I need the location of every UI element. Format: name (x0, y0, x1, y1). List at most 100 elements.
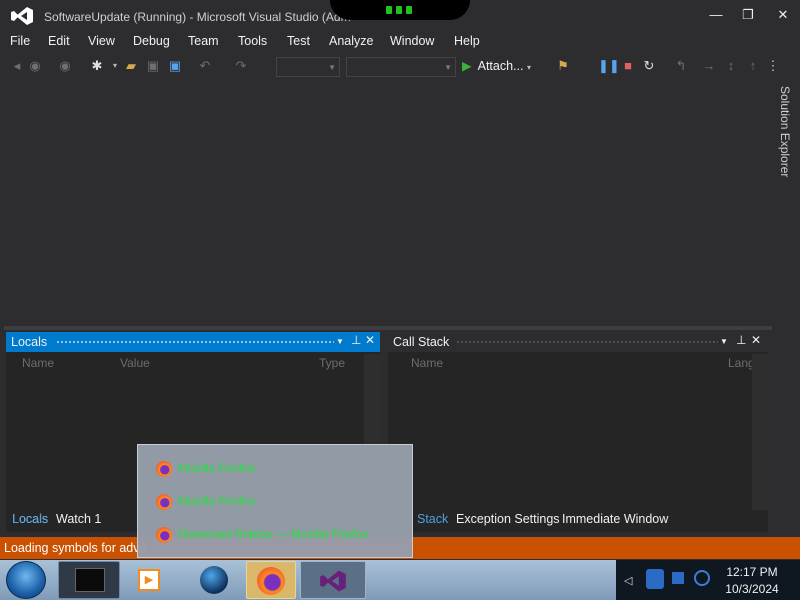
menu-view[interactable]: View (88, 34, 115, 48)
column-header-name[interactable]: Name (22, 356, 54, 370)
tab-locals[interactable]: Locals (12, 512, 48, 526)
popup-item-label: Mozilla Firefox (178, 494, 256, 509)
forward-circle-icon[interactable]: ◉ (58, 59, 72, 73)
new-project-icon[interactable]: ✱ (90, 59, 104, 73)
tab-call-stack[interactable]: Stack (417, 512, 448, 526)
taskbar-item-desktop[interactable] (58, 561, 120, 599)
toolbar: ◂ ◉ ◉ ✱ ▾ ▰ ▣ ▣ ↶ ↷ ▼ ▼ ▶ Attach... ▾ ⚑ ❚… (0, 54, 800, 80)
restart-icon[interactable]: ↻ (642, 59, 656, 73)
pin-icon[interactable]: ⊥ (736, 333, 746, 347)
attach-label: Attach... (477, 59, 524, 73)
column-header-name[interactable]: Name (411, 356, 443, 370)
menu-test[interactable]: Test (287, 34, 310, 48)
undo-icon[interactable]: ↶ (198, 59, 212, 73)
popup-item-firefox-window[interactable]: Download Roblox — Mozilla Firefox (156, 527, 368, 545)
taskbar-item-visual-studio[interactable] (300, 561, 366, 599)
start-button[interactable] (6, 561, 46, 599)
popup-item-firefox-window[interactable]: Mozilla Firefox (156, 494, 255, 512)
chevron-down-icon[interactable]: ▼ (720, 337, 728, 346)
minimize-button[interactable]: — (703, 6, 729, 24)
tab-watch-1[interactable]: Watch 1 (56, 512, 101, 526)
menu-debug[interactable]: Debug (133, 34, 170, 48)
menu-bar: File Edit View Debug Team Tools Test Ana… (0, 32, 800, 52)
menu-team[interactable]: Team (188, 34, 219, 48)
solution-config-select[interactable]: ▼ (276, 57, 340, 77)
play-icon: ▶ (462, 59, 472, 73)
stop-icon[interactable]: ■ (621, 59, 635, 73)
chevron-down-icon: ▾ (526, 63, 531, 72)
close-button[interactable]: ✕ (770, 6, 796, 24)
firefox-icon (156, 461, 172, 477)
popup-item-label: Download Roblox — Mozilla Firefox (178, 527, 369, 542)
solution-explorer-label: Solution Explorer (778, 86, 792, 178)
locals-panel-header: Locals ▼ ⊥ ✕ (6, 332, 380, 352)
back-circle-icon[interactable]: ◉ (28, 59, 42, 73)
action-center-icon[interactable] (672, 572, 684, 584)
menu-help[interactable]: Help (454, 34, 480, 48)
pin-icon[interactable]: ⊥ (351, 333, 361, 347)
monitor-icon (75, 568, 105, 592)
call-stack-panel-header: Call Stack ▼ ⊥ ✕ (388, 332, 768, 352)
column-header-value[interactable]: Value (120, 356, 150, 370)
popup-item-label: Mozilla Firefox (178, 461, 256, 476)
status-text: Loading symbols for adva (4, 541, 147, 555)
clock-date[interactable]: 10/3/2024 (720, 582, 784, 596)
camera-notch (330, 0, 470, 20)
network-icon[interactable] (646, 569, 664, 589)
open-folder-icon[interactable]: ▰ (124, 59, 138, 73)
show-hidden-icons-icon[interactable]: ◁ (624, 574, 632, 587)
vertical-scrollbar[interactable] (752, 354, 768, 510)
redo-icon[interactable]: ↷ (234, 59, 248, 73)
show-next-statement-icon[interactable]: ↰ (674, 59, 688, 73)
globe-icon (200, 566, 228, 594)
drag-grip[interactable] (56, 340, 334, 345)
locals-panel-title: Locals (11, 335, 48, 349)
menu-file[interactable]: File (10, 34, 30, 48)
navigate-back-icon[interactable]: ◂ (10, 59, 24, 73)
restore-button[interactable]: ❐ (735, 6, 761, 24)
menu-edit[interactable]: Edit (48, 34, 70, 48)
column-header-type[interactable]: Type (319, 356, 345, 370)
taskbar-item-media-player[interactable]: ▶ (124, 561, 182, 599)
firefox-icon (257, 567, 285, 595)
solution-platform-select[interactable]: ▼ (346, 57, 456, 77)
drag-grip[interactable] (456, 340, 718, 345)
pause-icon[interactable]: ❚❚ (598, 59, 620, 73)
solution-explorer-tab[interactable]: Solution Explorer (772, 84, 796, 184)
firefox-icon (156, 494, 172, 510)
attach-button[interactable]: ▶ Attach... ▾ (462, 58, 531, 76)
menu-window[interactable]: Window (390, 34, 434, 48)
chevron-down-icon[interactable]: ▾ (108, 59, 122, 73)
step-into-icon[interactable]: → (702, 59, 716, 73)
close-icon[interactable]: ✕ (751, 333, 761, 347)
visual-studio-logo-icon (11, 7, 33, 25)
tab-exception-settings[interactable]: Exception Settings (456, 512, 560, 526)
step-out-icon[interactable]: ↑ (746, 59, 760, 73)
call-stack-panel: Call Stack ▼ ⊥ ✕ Name Lang (388, 332, 768, 532)
window-title: SoftwareUpdate (Running) - Microsoft Vis… (44, 10, 351, 24)
indicator-light (386, 6, 392, 14)
menu-analyze[interactable]: Analyze (329, 34, 373, 48)
taskbar-item-browser[interactable] (190, 561, 242, 599)
clock-time[interactable]: 12:17 PM (720, 565, 784, 579)
find-icon[interactable]: ⚑ (556, 59, 570, 73)
taskbar-item-firefox[interactable] (246, 561, 296, 599)
menu-tools[interactable]: Tools (238, 34, 267, 48)
taskbar-jump-popup: Mozilla Firefox Mozilla Firefox Download… (137, 444, 413, 558)
save-all-icon[interactable]: ▣ (168, 59, 182, 73)
column-header-language[interactable]: Lang (728, 356, 755, 370)
media-player-icon: ▶ (138, 569, 160, 591)
tab-immediate-window[interactable]: Immediate Window (562, 512, 668, 526)
visual-studio-icon (320, 570, 346, 592)
indicator-light (406, 6, 412, 14)
chevron-down-icon[interactable]: ▼ (336, 337, 344, 346)
close-icon[interactable]: ✕ (365, 333, 375, 347)
step-over-icon[interactable]: ↕ (724, 59, 738, 73)
title-bar: SoftwareUpdate (Running) - Microsoft Vis… (0, 0, 800, 32)
save-icon[interactable]: ▣ (146, 59, 160, 73)
call-stack-panel-title: Call Stack (393, 335, 450, 349)
popup-item-firefox-window[interactable]: Mozilla Firefox (156, 461, 255, 479)
toolbar-overflow-icon[interactable]: ⋮ (766, 59, 780, 73)
firefox-icon (156, 527, 172, 543)
volume-icon[interactable] (694, 570, 710, 586)
